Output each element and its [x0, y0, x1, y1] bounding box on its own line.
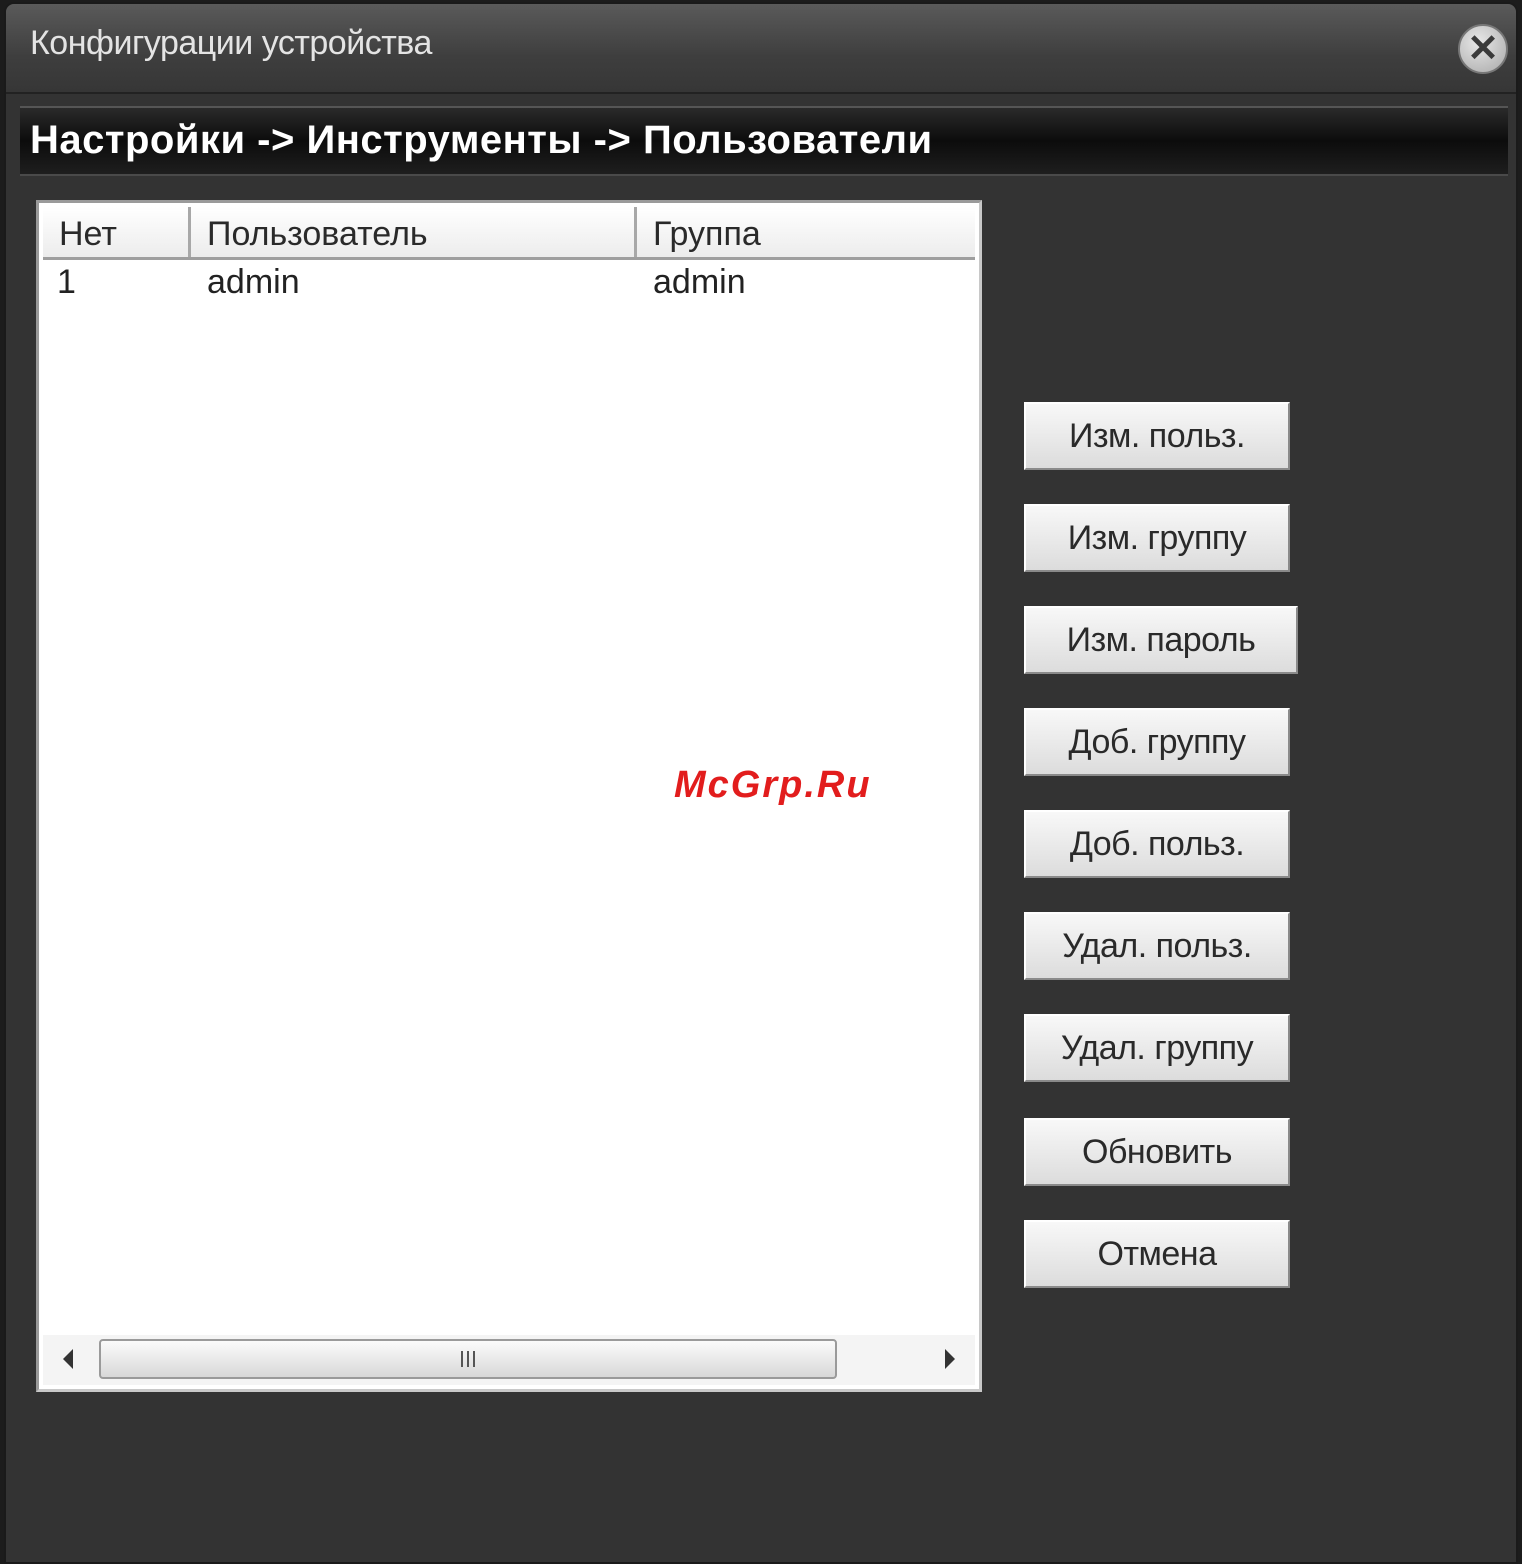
- device-config-window: Конфигурации устройства ✕ Настройки -> И…: [4, 2, 1518, 1564]
- horizontal-scrollbar[interactable]: [43, 1335, 975, 1385]
- grip-icon: [461, 1351, 475, 1367]
- cell-number: 1: [57, 263, 76, 301]
- scroll-left-arrow-icon[interactable]: [63, 1349, 73, 1369]
- change-password-button[interactable]: Изм. пароль: [1024, 606, 1298, 674]
- column-header-number[interactable]: Нет: [43, 207, 191, 257]
- breadcrumb: Настройки -> Инструменты -> Пользователи: [20, 106, 1508, 176]
- edit-group-button[interactable]: Изм. группу: [1024, 504, 1290, 572]
- watermark: McGrp.Ru: [674, 764, 872, 806]
- column-header-user[interactable]: Пользователь: [191, 207, 637, 257]
- add-group-button[interactable]: Доб. группу: [1024, 708, 1290, 776]
- cell-group: admin: [653, 263, 746, 301]
- refresh-button[interactable]: Обновить: [1024, 1118, 1290, 1186]
- scroll-thumb[interactable]: [99, 1339, 837, 1379]
- add-user-button[interactable]: Доб. польз.: [1024, 810, 1290, 878]
- cancel-button[interactable]: Отмена: [1024, 1220, 1290, 1288]
- table-row[interactable]: 1 admin admin: [43, 261, 975, 309]
- delete-user-button[interactable]: Удал. польз.: [1024, 912, 1290, 980]
- edit-user-button[interactable]: Изм. польз.: [1024, 402, 1290, 470]
- delete-group-button[interactable]: Удал. группу: [1024, 1014, 1290, 1082]
- cell-user: admin: [207, 263, 300, 301]
- title-bar[interactable]: Конфигурации устройства ✕: [6, 4, 1516, 94]
- close-icon[interactable]: ✕: [1458, 24, 1508, 74]
- column-header-group[interactable]: Группа: [637, 207, 975, 257]
- breadcrumb-text: Настройки -> Инструменты -> Пользователи: [30, 118, 933, 162]
- scroll-right-arrow-icon[interactable]: [945, 1349, 955, 1369]
- table-header: Нет Пользователь Группа: [43, 207, 975, 260]
- window-title: Конфигурации устройства: [30, 24, 432, 62]
